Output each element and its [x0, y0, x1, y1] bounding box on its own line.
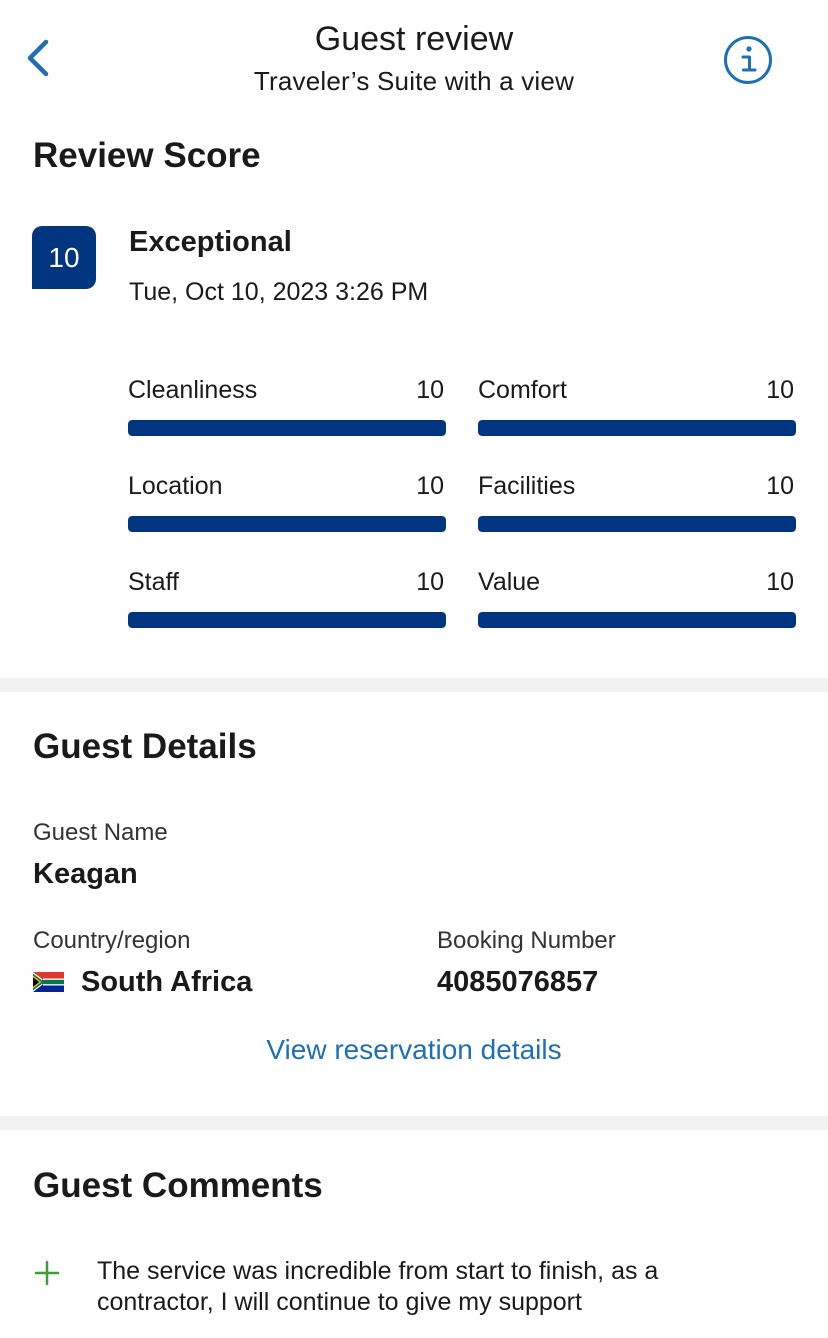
view-reservation-details-link[interactable]: View reservation details	[0, 1034, 828, 1066]
category-comfort: Comfort 10	[478, 376, 796, 436]
category-label: Staff	[128, 568, 179, 596]
page-title: Guest review	[314, 20, 514, 58]
score-bar-fill	[478, 516, 796, 532]
info-circle-icon	[724, 36, 772, 84]
score-bar-fill	[128, 420, 446, 436]
section-divider	[0, 678, 828, 692]
section-divider	[0, 1116, 828, 1130]
guest-name-value: Keagan	[33, 858, 138, 890]
category-label: Value	[478, 568, 541, 596]
score-rating-word: Exceptional	[129, 226, 292, 258]
score-bar-track	[478, 612, 796, 628]
score-bar-track	[128, 516, 446, 532]
country-value: South Africa	[81, 966, 253, 998]
category-label: Cleanliness	[128, 376, 258, 404]
info-button[interactable]	[722, 34, 774, 86]
score-bar-track	[478, 420, 796, 436]
category-cleanliness: Cleanliness 10	[128, 376, 446, 436]
category-label: Facilities	[478, 472, 576, 500]
category-staff: Staff 10	[128, 568, 446, 628]
guest-review-screen: Guest review Traveler’s Suite with a vie…	[0, 0, 828, 1338]
score-bar-fill	[128, 516, 446, 532]
score-bar-fill	[478, 420, 796, 436]
plus-icon	[34, 1260, 60, 1286]
guest-details-heading: Guest Details	[33, 727, 257, 766]
category-score: 10	[416, 376, 444, 404]
score-bar-fill	[128, 612, 446, 628]
category-label: Location	[128, 472, 223, 500]
category-score: 10	[766, 376, 794, 404]
review-date: Tue, Oct 10, 2023 3:26 PM	[129, 278, 429, 306]
guest-comments-heading: Guest Comments	[33, 1166, 323, 1205]
guest-name-label: Guest Name	[33, 819, 168, 846]
category-label: Comfort	[478, 376, 567, 404]
category-score: 10	[766, 568, 794, 596]
category-score: 10	[416, 472, 444, 500]
score-bar-track	[128, 420, 446, 436]
score-bar-track	[128, 612, 446, 628]
booking-number-label: Booking Number	[437, 927, 616, 954]
score-bar-track	[478, 516, 796, 532]
category-score: 10	[416, 568, 444, 596]
page-subtitle: Traveler’s Suite with a view	[253, 66, 575, 96]
score-badge: 10	[32, 226, 96, 289]
category-score: 10	[766, 472, 794, 500]
score-bar-fill	[478, 612, 796, 628]
nav-header: Guest review Traveler’s Suite with a vie…	[0, 0, 828, 112]
review-score-heading: Review Score	[33, 136, 261, 175]
positive-comment-text: The service was incredible from start to…	[97, 1257, 659, 1316]
category-value: Value 10	[478, 568, 796, 628]
category-facilities: Facilities 10	[478, 472, 796, 532]
category-location: Location 10	[128, 472, 446, 532]
booking-number-value: 4085076857	[437, 966, 599, 998]
south-africa-flag-icon	[33, 972, 64, 992]
country-label: Country/region	[33, 927, 191, 954]
